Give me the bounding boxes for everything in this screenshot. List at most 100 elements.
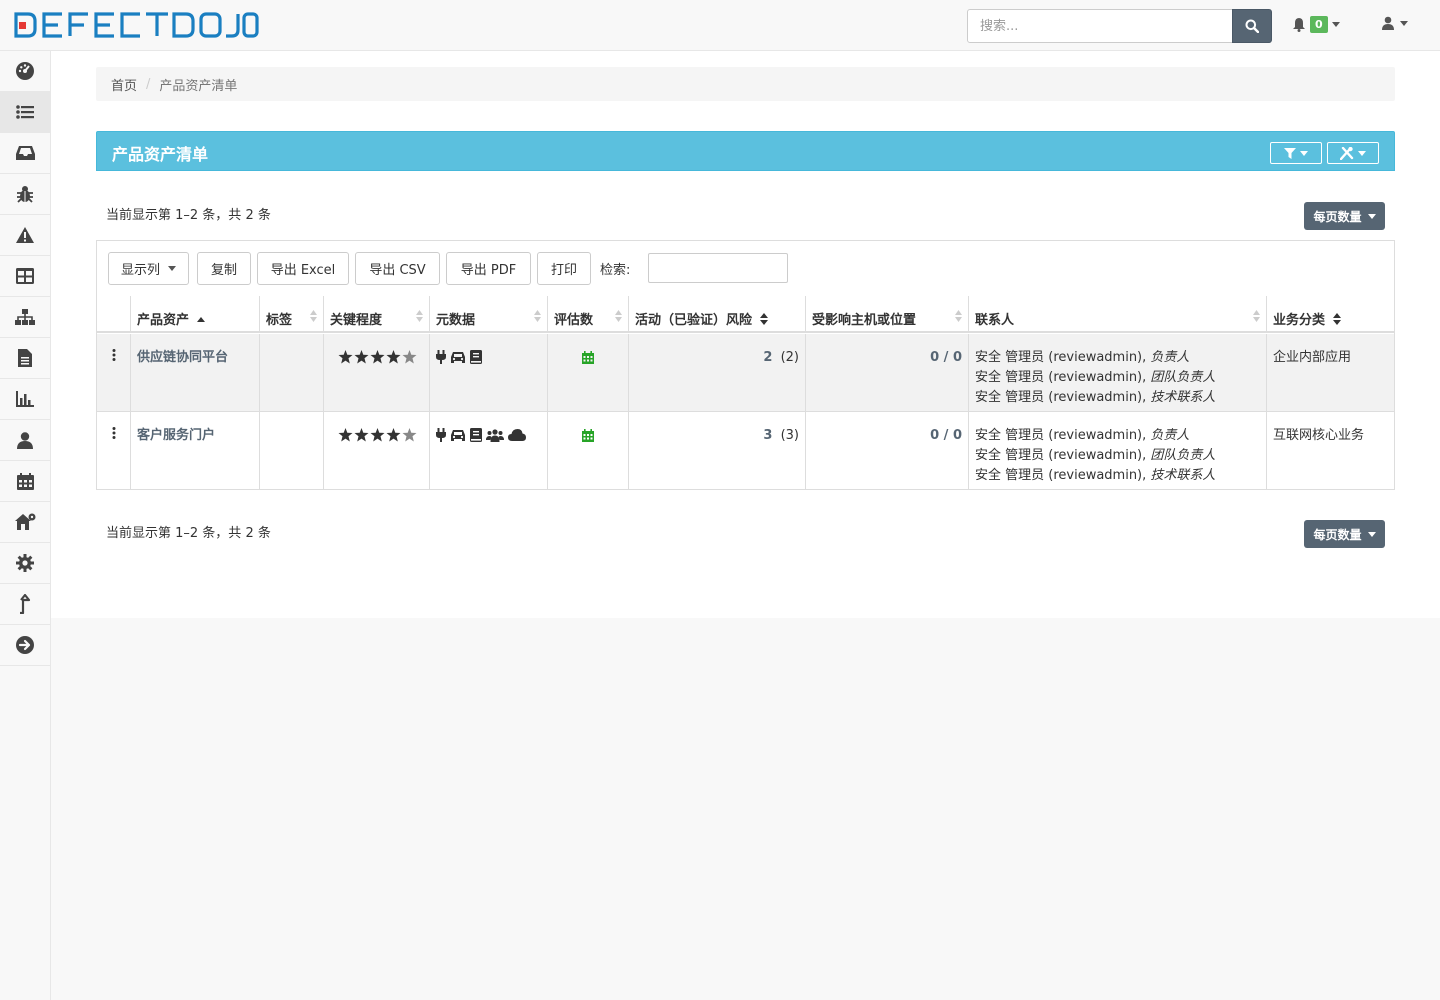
active-risk-cell: 2 (2) [628, 334, 805, 412]
star-filled-icon [370, 350, 385, 364]
table-row: 供应链协同平台 2 (2) 0 / 0 安全 管理员 (reviewadmin)… [97, 334, 1394, 412]
sidebar [0, 51, 51, 1000]
home-settings-icon [14, 513, 35, 530]
column-header-product[interactable]: 产品资产 [130, 296, 259, 333]
sidebar-item-calendar[interactable] [0, 461, 50, 502]
sidebar-item-configuration[interactable] [0, 543, 50, 584]
table-search-input[interactable] [648, 253, 788, 283]
column-header-tags[interactable]: 标签 [259, 296, 323, 333]
column-header-actions [97, 296, 130, 333]
product-link[interactable]: 客户服务门户 [137, 428, 215, 443]
column-header-endpoints[interactable]: 受影响主机或位置 [805, 296, 968, 333]
sort-icon [416, 310, 423, 322]
export-excel-button[interactable]: 导出 Excel [257, 252, 349, 285]
calendar-icon [582, 429, 594, 442]
criticality-cell [323, 334, 429, 412]
contact-line: 安全 管理员 (reviewadmin), 技术联系人 [975, 390, 1216, 405]
contacts-cell: 安全 管理员 (reviewadmin), 负责人 安全 管理员 (review… [968, 412, 1266, 490]
column-header-label: 关键程度 [330, 313, 383, 328]
criticality-stars [338, 348, 423, 364]
star-filled-icon [338, 428, 353, 442]
column-header-active-risk[interactable]: 活动（已验证）风险 [628, 296, 805, 333]
print-button[interactable]: 打印 [537, 252, 591, 285]
product-name-cell: 供应链协同平台 [130, 334, 259, 412]
sidebar-item-components[interactable] [0, 256, 50, 297]
sidebar-item-metrics[interactable] [0, 379, 50, 420]
sidebar-item-expand[interactable] [0, 625, 50, 666]
user-menu-dropdown[interactable] [1381, 16, 1408, 30]
engagements-cell[interactable] [547, 334, 628, 412]
row-actions-menu[interactable] [97, 412, 130, 490]
warning-icon [16, 227, 34, 243]
sidebar-item-endpoints[interactable] [0, 297, 50, 338]
per-page-dropdown-top[interactable]: 每页数量 [1304, 202, 1385, 230]
notifications-dropdown[interactable]: 0 [1292, 16, 1340, 33]
active-risk-link[interactable]: 3 [763, 428, 772, 443]
filter-button[interactable] [1270, 142, 1322, 164]
endpoints-cell: 0 / 0 [805, 412, 968, 490]
active-risk-link[interactable]: 2 [763, 350, 772, 365]
column-header-criticality[interactable]: 关键程度 [323, 296, 429, 333]
copy-button[interactable]: 复制 [197, 252, 251, 285]
verified-risk-count: (3) [780, 428, 799, 443]
breadcrumb: 首页 / 产品资产清单 [96, 67, 1395, 101]
sidebar-item-engagements[interactable] [0, 133, 50, 174]
table-row: 客户服务门户 3 (3) 0 / 0 安全 管理员 (reviewadmin),… [97, 412, 1394, 490]
show-columns-button[interactable]: 显示列 [108, 252, 189, 285]
book-icon [470, 350, 482, 364]
main-content: 首页 / 产品资产清单 产品资产清单 当前显示第 1–2 条，共 2 条 每页数… [51, 51, 1440, 618]
sidebar-item-import[interactable] [0, 584, 50, 625]
upload-arrow-icon [20, 594, 31, 614]
criticality-stars [338, 426, 423, 442]
sidebar-item-risk[interactable] [0, 215, 50, 256]
sort-icon [534, 310, 541, 322]
metadata-cell [429, 334, 547, 412]
sidebar-item-products[interactable] [0, 92, 50, 133]
table-info-top: 当前显示第 1–2 条，共 2 条 [106, 208, 271, 223]
sidebar-item-users[interactable] [0, 420, 50, 461]
global-search-input[interactable] [967, 9, 1233, 43]
breadcrumb-separator: / [146, 76, 151, 92]
search-button[interactable] [1232, 9, 1272, 43]
notification-count-badge: 0 [1310, 16, 1328, 33]
export-pdf-button[interactable]: 导出 PDF [446, 252, 531, 285]
bar-chart-icon [16, 391, 34, 407]
wrench-screwdriver-icon [1340, 146, 1354, 160]
export-csv-button[interactable]: 导出 CSV [355, 252, 440, 285]
page-background [51, 618, 1440, 1000]
contact-line: 安全 管理员 (reviewadmin), 负责人 [975, 428, 1190, 443]
calendar-icon [16, 472, 34, 490]
product-link[interactable]: 供应链协同平台 [137, 350, 228, 365]
per-page-dropdown-bottom[interactable]: 每页数量 [1304, 520, 1385, 548]
sort-asc-icon [196, 317, 205, 322]
sort-icon [955, 310, 962, 322]
column-header-label: 标签 [266, 313, 293, 328]
column-header-business-criticality[interactable]: 业务分类 [1266, 296, 1394, 333]
tools-button[interactable] [1327, 142, 1379, 164]
filter-icon [1284, 147, 1296, 159]
defectdojo-logo[interactable] [14, 11, 259, 39]
tags-cell [259, 334, 323, 412]
cloud-icon [508, 429, 526, 441]
breadcrumb-current: 产品资产清单 [159, 78, 238, 94]
calendar-icon [582, 351, 594, 364]
column-header-label: 评估数 [554, 313, 594, 328]
sidebar-item-findings[interactable] [0, 174, 50, 215]
sidebar-item-system-settings[interactable] [0, 502, 50, 543]
column-header-engagements[interactable]: 评估数 [547, 296, 628, 333]
top-navbar: 0 [0, 0, 1440, 51]
book-icon [470, 428, 482, 442]
sidebar-item-dashboard[interactable] [0, 51, 50, 92]
column-header-contacts[interactable]: 联系人 [968, 296, 1266, 333]
chevron-down-icon [1400, 20, 1408, 26]
sidebar-item-reports[interactable] [0, 338, 50, 379]
sort-icon [310, 310, 317, 322]
breadcrumb-home-link[interactable]: 首页 [111, 75, 137, 94]
column-header-metadata[interactable]: 元数据 [429, 296, 547, 333]
row-actions-menu[interactable] [97, 334, 130, 412]
engagements-cell[interactable] [547, 412, 628, 490]
star-empty-icon [402, 350, 417, 364]
star-filled-icon [386, 350, 401, 364]
star-filled-icon [386, 428, 401, 442]
table-info-bottom: 当前显示第 1–2 条，共 2 条 [106, 526, 271, 541]
